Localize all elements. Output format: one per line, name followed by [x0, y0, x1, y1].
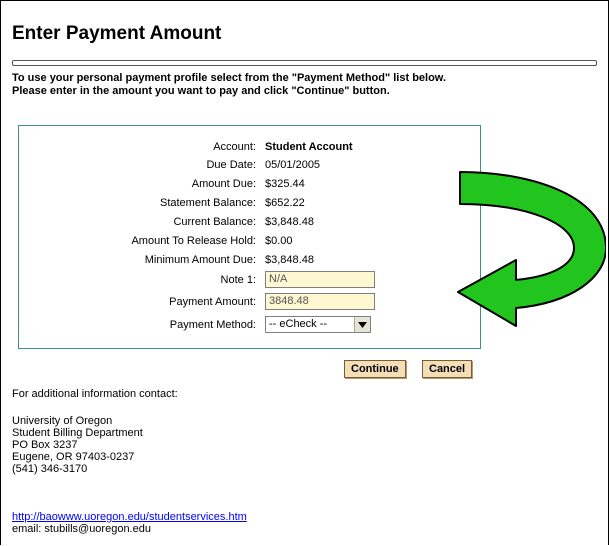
due-date-value: 05/01/2005: [265, 159, 321, 171]
payment-amount-label: Payment Amount:: [169, 296, 256, 308]
contact-line-5: (541) 346-3170: [12, 463, 88, 475]
payment-amount-input[interactable]: 3848.48: [265, 293, 375, 310]
contact-links: http://baowww.uoregon.edu/studentservice…: [12, 511, 247, 535]
page-title: Enter Payment Amount: [12, 23, 222, 44]
contact-email: email: stubills@uoregon.edu: [12, 523, 151, 535]
note1-row: Note 1: N/A: [19, 271, 480, 289]
account-value: Student Account: [265, 141, 353, 153]
continue-button[interactable]: Continue: [344, 360, 406, 378]
statement-balance-label: Statement Balance:: [159, 197, 256, 209]
release-hold-value: $0.00: [265, 235, 293, 247]
amount-due-row: Amount Due: $325.44: [19, 176, 480, 192]
instruction-line-2: Please enter in the amount you want to p…: [12, 85, 390, 97]
release-hold-row: Amount To Release Hold: $0.00: [19, 233, 480, 249]
contact-line-4: Eugene, OR 97403-0237: [12, 451, 135, 463]
contact-line-1: University of Oregon: [12, 415, 113, 427]
current-balance-row: Current Balance: $3,848.48: [19, 214, 480, 230]
payment-method-value: -- eCheck --: [269, 318, 328, 330]
due-date-label: Due Date:: [206, 159, 256, 171]
note1-label: Note 1:: [220, 274, 256, 286]
minimum-due-label: Minimum Amount Due:: [144, 254, 256, 266]
curved-green-arrow-icon: [457, 171, 606, 327]
account-row: Account: Student Account: [19, 139, 480, 155]
minimum-due-row: Minimum Amount Due: $3,848.48: [19, 252, 480, 268]
title-divider: [12, 60, 597, 66]
payment-method-row: Payment Method: -- eCheck --: [19, 316, 480, 334]
current-balance-label: Current Balance:: [173, 216, 256, 228]
payment-amount-row: Payment Amount: 3848.48: [19, 293, 480, 311]
instructions: To use your personal payment profile sel…: [12, 72, 446, 98]
dropdown-arrow-icon[interactable]: [354, 317, 370, 332]
contact-line-3: PO Box 3237: [12, 439, 78, 451]
contact-address: University of Oregon Student Billing Dep…: [12, 415, 143, 475]
contact-heading: For additional information contact:: [12, 388, 178, 400]
payment-method-select[interactable]: -- eCheck --: [265, 316, 371, 333]
payment-panel: Account: Student Account Due Date: 05/01…: [18, 125, 481, 349]
cancel-button[interactable]: Cancel: [422, 360, 473, 378]
account-label: Account:: [213, 141, 256, 153]
statement-balance-value: $652.22: [265, 197, 305, 209]
note1-input[interactable]: N/A: [265, 271, 375, 288]
payment-method-label: Payment Method:: [169, 319, 256, 331]
instruction-line-1: To use your personal payment profile sel…: [12, 72, 447, 84]
release-hold-label: Amount To Release Hold:: [131, 235, 256, 247]
statement-balance-row: Statement Balance: $652.22: [19, 195, 480, 211]
student-services-link[interactable]: http://baowww.uoregon.edu/studentservice…: [12, 511, 247, 523]
contact-line-2: Student Billing Department: [12, 427, 143, 439]
due-date-row: Due Date: 05/01/2005: [19, 157, 480, 173]
amount-due-label: Amount Due:: [191, 178, 256, 190]
minimum-due-value: $3,848.48: [265, 254, 314, 266]
amount-due-value: $325.44: [265, 178, 305, 190]
current-balance-value: $3,848.48: [265, 216, 314, 228]
